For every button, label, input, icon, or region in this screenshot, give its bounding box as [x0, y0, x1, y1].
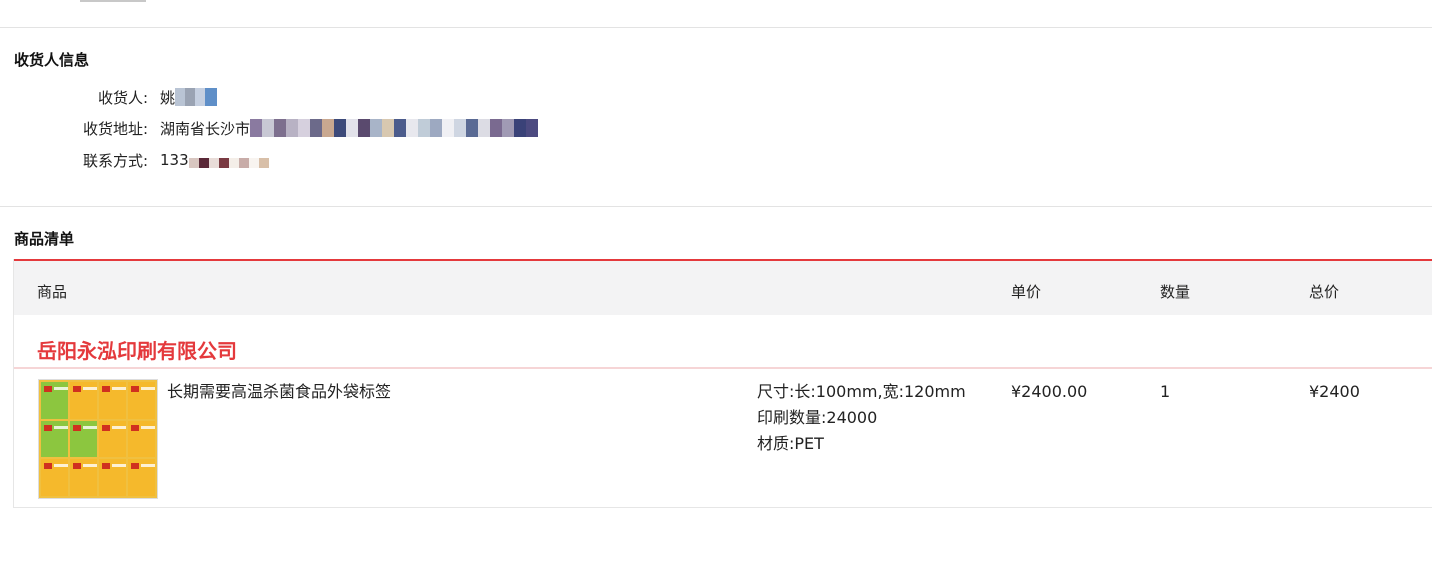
- product-spec-size: 尺寸:长:100mm,宽:120mm: [757, 382, 966, 401]
- consignee-phone-row: 联系方式: 133: [0, 149, 269, 171]
- product-total-price: ¥2400: [1309, 382, 1360, 401]
- divider: [0, 206, 1432, 207]
- product-table: 商品 单价 数量 总价 岳阳永泓印刷有限公司 长期需要高温杀菌食品外袋标签 尺寸…: [13, 259, 1432, 508]
- consignee-section-title: 收货人信息: [14, 51, 90, 69]
- redacted-mosaic: [175, 88, 218, 106]
- table-header: 商品 单价 数量 总价: [14, 259, 1432, 315]
- redacted-mosaic: [250, 119, 539, 137]
- product-quantity: 1: [1160, 382, 1171, 401]
- column-header-unit-price: 单价: [1011, 283, 1042, 301]
- column-header-total: 总价: [1309, 283, 1340, 301]
- consignee-name-label: 收货人:: [97, 88, 148, 107]
- consignee-phone-value: 133: [160, 151, 269, 169]
- product-spec-quantity: 印刷数量:24000: [757, 408, 878, 427]
- consignee-name-text: 姚: [160, 88, 176, 107]
- column-header-quantity: 数量: [1160, 283, 1191, 301]
- product-section-title: 商品清单: [14, 230, 75, 248]
- shop-name-link[interactable]: 岳阳永泓印刷有限公司: [37, 335, 237, 364]
- consignee-phone-label: 联系方式:: [82, 151, 148, 170]
- consignee-address-text: 湖南省长沙市: [160, 119, 251, 138]
- consignee-address-value: 湖南省长沙市: [160, 118, 539, 139]
- product-unit-price: ¥2400.00: [1011, 382, 1088, 401]
- consignee-address-row: 收货地址: 湖南省长沙市: [0, 117, 539, 139]
- redacted-mosaic: [188, 158, 269, 168]
- column-header-product: 商品: [37, 283, 68, 301]
- divider: [0, 27, 1432, 28]
- order-detail-page: 收货人信息 收货人: 姚 收货地址: 湖南省长沙市 联系方式: 133 商品清单…: [0, 0, 1432, 578]
- consignee-phone-text: 133: [160, 151, 189, 169]
- top-stub: [80, 0, 146, 2]
- consignee-address-label: 收货地址:: [82, 119, 148, 138]
- consignee-name-row: 收货人: 姚: [0, 86, 218, 108]
- product-spec-material: 材质:PET: [757, 434, 824, 453]
- consignee-name-value: 姚: [160, 87, 218, 108]
- shop-divider: [14, 367, 1432, 369]
- product-name-link[interactable]: 长期需要高温杀菌食品外袋标签: [167, 379, 391, 405]
- product-thumbnail[interactable]: [38, 379, 158, 499]
